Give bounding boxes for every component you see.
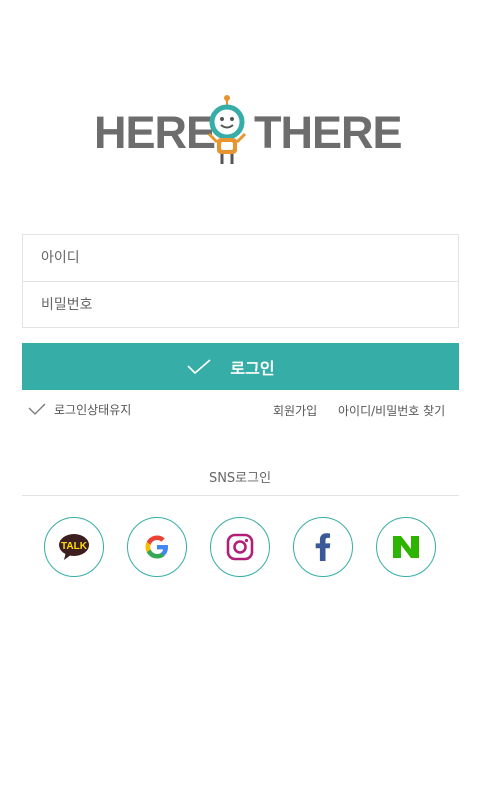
brand-logo: HERE THERE xyxy=(94,94,403,170)
instagram-login-button[interactable] xyxy=(210,517,270,577)
find-account-link[interactable]: 아이디/비밀번호 찾기 xyxy=(338,402,445,419)
instagram-icon xyxy=(226,533,254,561)
id-field-row xyxy=(23,235,458,281)
sns-buttons: TALK xyxy=(44,517,438,577)
login-form xyxy=(22,234,459,328)
naver-login-button[interactable] xyxy=(376,517,436,577)
logo-word-here: HERE xyxy=(94,107,216,158)
facebook-login-button[interactable] xyxy=(293,517,353,577)
mascot-icon xyxy=(207,95,247,164)
login-button[interactable]: 로그인 xyxy=(22,343,459,390)
keep-login-checkbox[interactable]: 로그인상태유지 xyxy=(28,401,131,418)
naver-icon xyxy=(393,536,419,558)
kakao-icon-text: TALK xyxy=(61,541,88,552)
facebook-icon xyxy=(315,533,331,561)
check-icon xyxy=(28,403,46,415)
kakao-login-button[interactable]: TALK xyxy=(44,517,104,577)
id-input[interactable] xyxy=(41,235,458,281)
password-field-row xyxy=(23,282,458,328)
sns-login-title: SNS로그인 xyxy=(208,471,272,486)
check-icon xyxy=(187,358,211,374)
signup-link[interactable]: 회원가입 xyxy=(273,402,317,419)
password-input[interactable] xyxy=(41,282,458,328)
logo-word-there: THERE xyxy=(254,107,403,158)
sns-divider xyxy=(22,495,459,496)
google-icon xyxy=(145,535,168,559)
google-login-button[interactable] xyxy=(127,517,187,577)
kakao-talk-icon: TALK xyxy=(59,534,89,560)
login-button-label: 로그인 xyxy=(230,358,275,378)
keep-login-label: 로그인상태유지 xyxy=(54,403,132,417)
